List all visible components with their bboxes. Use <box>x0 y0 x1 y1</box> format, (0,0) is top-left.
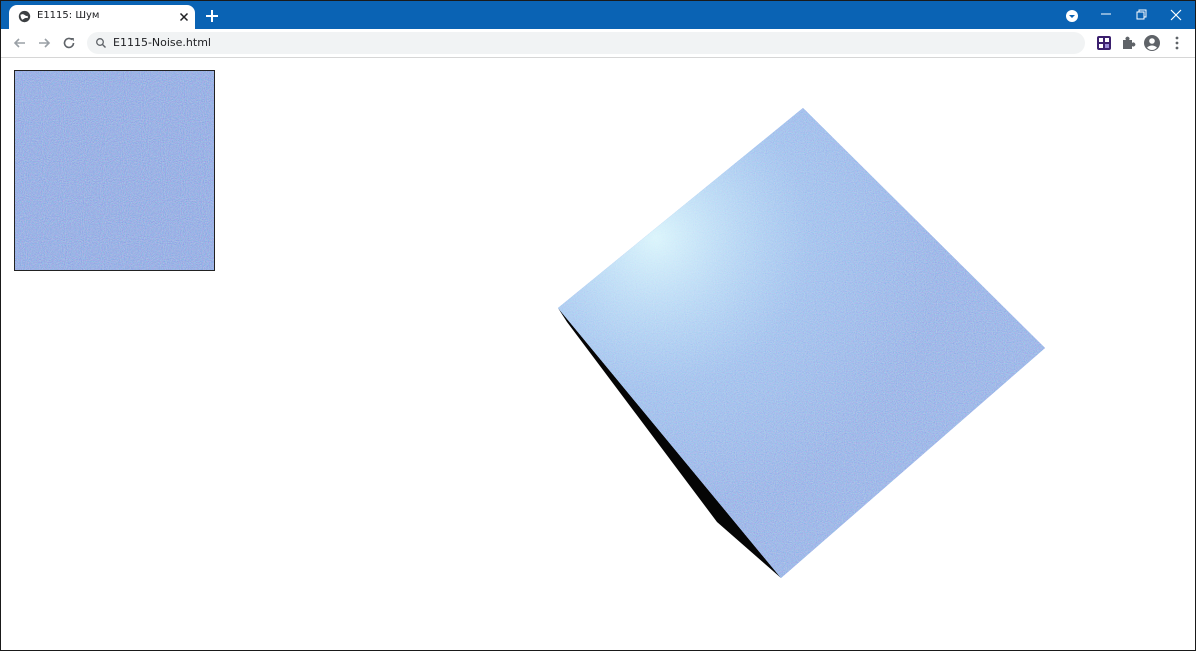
profile-menu-icon[interactable] <box>1061 5 1083 25</box>
address-bar[interactable]: E1115-Noise.html <box>87 32 1085 54</box>
account-circle-icon[interactable] <box>1143 34 1161 52</box>
forward-icon[interactable] <box>35 34 53 52</box>
puzzle-icon[interactable] <box>1119 34 1137 52</box>
app-extension-icon[interactable] <box>1095 34 1113 52</box>
minimize-icon[interactable] <box>1095 5 1117 25</box>
back-icon[interactable] <box>11 34 29 52</box>
tab-title: E1115: Шум <box>37 10 100 21</box>
url-text: E1115-Noise.html <box>113 36 211 49</box>
tab-close-icon[interactable] <box>177 10 191 24</box>
active-tab[interactable]: E1115: Шум <box>9 5 195 29</box>
reload-icon[interactable] <box>60 34 78 52</box>
cube-top-face <box>558 108 1045 578</box>
restore-icon[interactable] <box>1130 5 1152 25</box>
close-window-icon[interactable] <box>1165 5 1187 25</box>
new-tab-button[interactable] <box>204 8 220 24</box>
browser-toolbar: E1115-Noise.html <box>1 29 1195 58</box>
browser-window: E1115: Шум E1115-Noise.html <box>0 0 1196 651</box>
rotating-cube-canvas <box>1 58 1195 650</box>
search-icon <box>96 38 106 48</box>
page-content <box>1 58 1195 650</box>
globe-icon <box>18 10 31 23</box>
title-bar: E1115: Шум <box>1 1 1195 29</box>
more-vertical-icon[interactable] <box>1168 34 1186 52</box>
